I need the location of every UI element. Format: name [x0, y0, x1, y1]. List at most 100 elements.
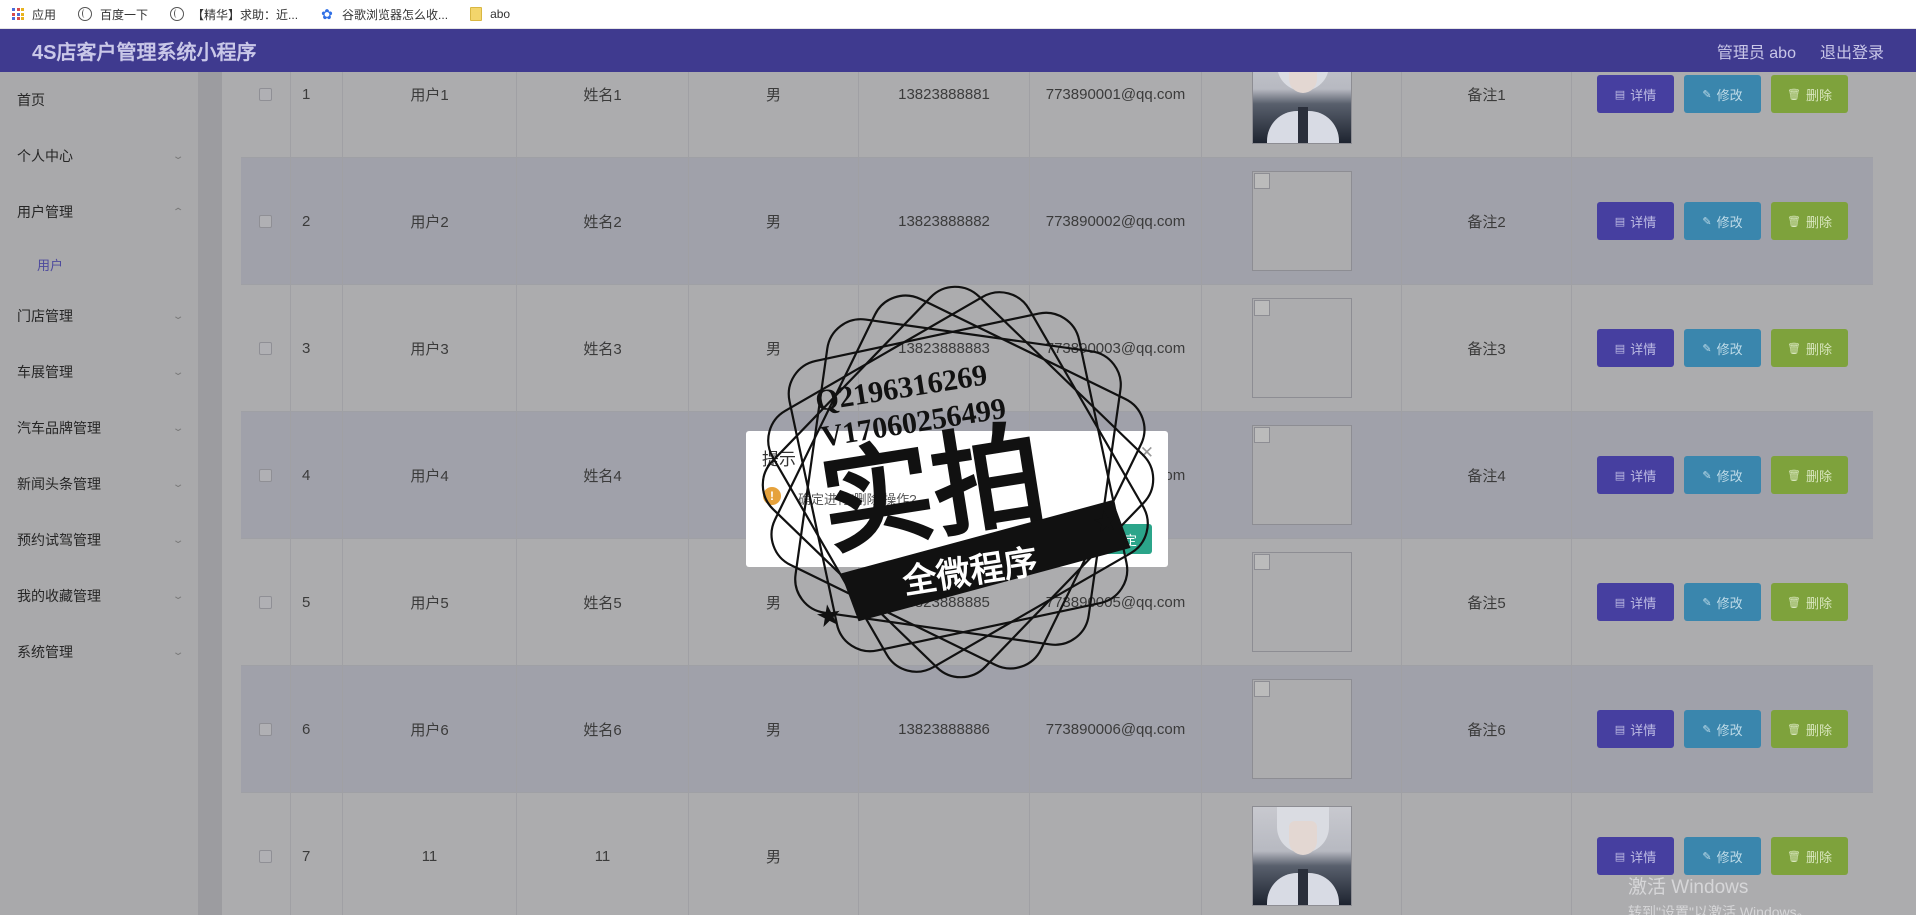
delete-button[interactable]: 🗑 删除 [1771, 710, 1848, 748]
cell-username: 用户4 [343, 412, 517, 538]
detail-button[interactable]: ▤ 详情 [1597, 456, 1674, 494]
delete-button[interactable]: 🗑 删除 [1771, 837, 1848, 875]
broken-image [1251, 298, 1352, 398]
sidebar-item-home[interactable]: 首页 [0, 72, 198, 128]
chevron-down-icon: ⌄ [171, 590, 185, 602]
row-checkbox[interactable] [259, 595, 272, 609]
cell-name: 姓名4 [517, 412, 689, 538]
row-checkbox[interactable] [259, 214, 272, 228]
logout-button[interactable]: 退出登录 [1820, 39, 1884, 63]
sidebar-item-test-drive-management[interactable]: 预约试驾管理 ⌄ [0, 512, 198, 568]
table-row: 1 用户1 姓名1 男 13823888881 773890001@qq.com 备注1 ▤ 详… [241, 72, 1873, 158]
sidebar-item-car-brand-management[interactable]: 汽车品牌管理 ⌄ [0, 400, 198, 456]
edit-button[interactable]: ✎ 修改 [1684, 456, 1761, 494]
edit-label: 修改 [1716, 849, 1743, 865]
cell-photo [1202, 793, 1402, 915]
detail-button[interactable]: ▤ 详情 [1597, 202, 1674, 240]
row-checkbox[interactable] [259, 87, 272, 101]
sidebar-item-user-management[interactable]: 用户管理 ⌃ [0, 184, 198, 240]
sidebar-item-label: 汽车品牌管理 [17, 420, 101, 436]
sidebar-item-system-management[interactable]: 系统管理 ⌄ [0, 624, 198, 680]
cell-name: 姓名6 [517, 666, 689, 792]
edit-button[interactable]: ✎ 修改 [1684, 329, 1761, 367]
broken-image-icon [1253, 681, 1270, 697]
bookmark-forum[interactable]: 【精华】求助：近... [170, 6, 298, 23]
cell-note [1402, 793, 1572, 915]
sidebar-subitem-user[interactable]: 用户 [0, 240, 198, 288]
document-icon: ▤ [1614, 342, 1626, 355]
avatar-photo [1251, 806, 1352, 906]
edit-label: 修改 [1716, 468, 1743, 484]
broken-image-icon [1253, 300, 1270, 316]
sidebar-item-auto-show-management[interactable]: 车展管理 ⌄ [0, 344, 198, 400]
globe-icon [170, 7, 185, 21]
bookmark-baidu[interactable]: 百度一下 [78, 6, 148, 23]
avatar-photo [1251, 72, 1352, 144]
delete-button[interactable]: 🗑 删除 [1771, 202, 1848, 240]
cell-email: 773890006@qq.com [1030, 666, 1202, 792]
edit-label: 修改 [1716, 595, 1743, 611]
document-icon: ▤ [1614, 596, 1626, 609]
broken-image-icon [1253, 554, 1270, 570]
detail-button[interactable]: ▤ 详情 [1597, 329, 1674, 367]
bookmark-abo[interactable]: abo [470, 7, 510, 21]
detail-label: 详情 [1630, 468, 1657, 484]
delete-label: 删除 [1805, 214, 1832, 230]
confirm-dialog: 提示 ✕ ! 确定进行[删除]操作? 确定 [746, 431, 1168, 567]
cell-username: 用户6 [343, 666, 517, 792]
chevron-down-icon: ⌄ [171, 646, 185, 658]
row-index: 4 [291, 412, 343, 538]
broken-image-icon [1253, 427, 1270, 443]
sidebar: 首页 个人中心 ⌄ 用户管理 ⌃ 用户 门店管理 ⌄ 车展管理 ⌄ 汽车品牌管理… [0, 72, 198, 915]
chevron-down-icon: ⌄ [171, 150, 185, 162]
edit-icon: ✎ [1702, 215, 1712, 228]
bookmark-label: 应用 [32, 7, 57, 22]
detail-label: 详情 [1630, 214, 1657, 230]
detail-button[interactable]: ▤ 详情 [1597, 710, 1674, 748]
edit-button[interactable]: ✎ 修改 [1684, 75, 1761, 113]
sidebar-item-favorites-management[interactable]: 我的收藏管理 ⌄ [0, 568, 198, 624]
row-select-cell [241, 158, 291, 284]
app-title: 4S店客户管理系统小程序 [32, 42, 257, 64]
cell-photo [1202, 666, 1402, 792]
delete-button[interactable]: 🗑 删除 [1771, 456, 1848, 494]
edit-icon: ✎ [1702, 469, 1712, 482]
confirm-button[interactable]: 确定 [1096, 524, 1152, 554]
document-icon: ▤ [1614, 215, 1626, 228]
cell-actions: ▤ 详情 ✎ 修改 🗑 删除 [1572, 158, 1873, 284]
cell-note: 备注3 [1402, 285, 1572, 411]
table-row: 3 用户3 姓名3 男 13823888883 773890003@qq.com 备注3 ▤ 详… [241, 285, 1873, 412]
row-index: 2 [291, 158, 343, 284]
row-checkbox[interactable] [259, 722, 272, 736]
bookmark-apps[interactable]: 应用 [12, 6, 56, 23]
delete-button[interactable]: 🗑 删除 [1771, 583, 1848, 621]
close-icon[interactable]: ✕ [1140, 443, 1154, 463]
delete-label: 删除 [1805, 341, 1832, 357]
edit-button[interactable]: ✎ 修改 [1684, 710, 1761, 748]
edit-button[interactable]: ✎ 修改 [1684, 202, 1761, 240]
sidebar-item-store-management[interactable]: 门店管理 ⌄ [0, 288, 198, 344]
bookmark-chrome-question[interactable]: ✿ 谷歌浏览器怎么收... [320, 6, 448, 23]
detail-button[interactable]: ▤ 详情 [1597, 583, 1674, 621]
trash-icon: 🗑 [1787, 850, 1801, 863]
row-checkbox[interactable] [259, 849, 272, 863]
cell-note: 备注1 [1402, 72, 1572, 157]
delete-button[interactable]: 🗑 删除 [1771, 75, 1848, 113]
cell-actions: ▤ 详情 ✎ 修改 🗑 删除 [1572, 285, 1873, 411]
detail-label: 详情 [1630, 849, 1657, 865]
sidebar-item-label: 个人中心 [17, 148, 73, 164]
cell-sex: 男 [689, 285, 859, 411]
sidebar-item-personal-center[interactable]: 个人中心 ⌄ [0, 128, 198, 184]
broken-image [1251, 425, 1352, 525]
row-select-cell [241, 666, 291, 792]
edit-button[interactable]: ✎ 修改 [1684, 837, 1761, 875]
cell-username: 用户1 [343, 72, 517, 157]
row-checkbox[interactable] [259, 341, 272, 355]
cell-sex: 男 [689, 158, 859, 284]
row-checkbox[interactable] [259, 468, 272, 482]
delete-button[interactable]: 🗑 删除 [1771, 329, 1848, 367]
edit-button[interactable]: ✎ 修改 [1684, 583, 1761, 621]
sidebar-item-news-management[interactable]: 新闻头条管理 ⌄ [0, 456, 198, 512]
detail-button[interactable]: ▤ 详情 [1597, 837, 1674, 875]
detail-button[interactable]: ▤ 详情 [1597, 75, 1674, 113]
